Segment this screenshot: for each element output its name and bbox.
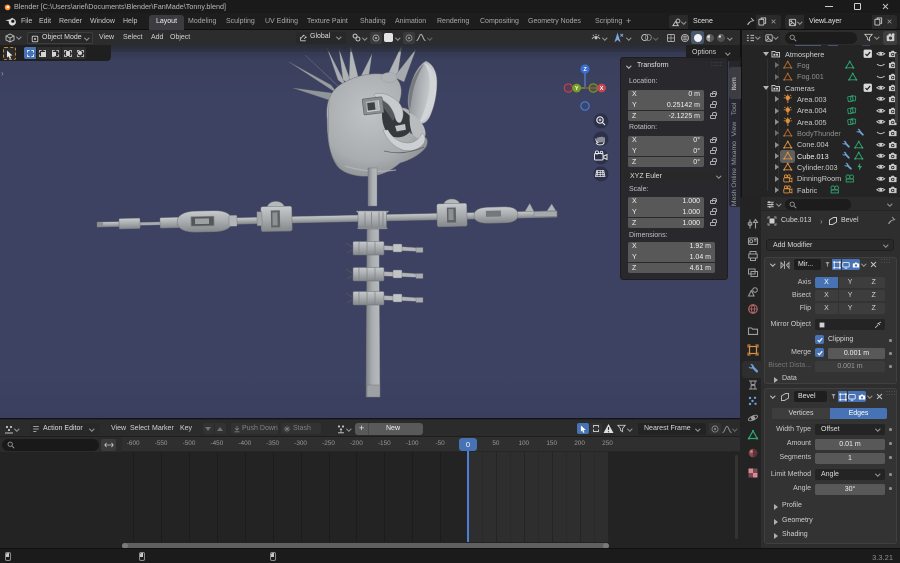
svg-text:X: X <box>600 86 604 92</box>
svg-text:Y: Y <box>575 86 579 92</box>
